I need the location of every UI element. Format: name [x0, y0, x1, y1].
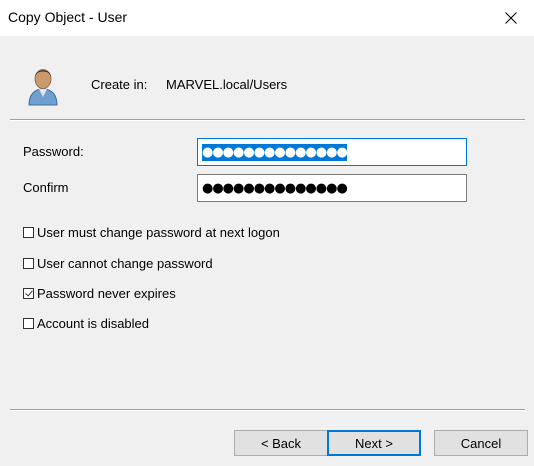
close-button[interactable]	[488, 0, 534, 36]
back-button[interactable]: < Back	[234, 430, 328, 456]
checkbox-label: Account is disabled	[37, 316, 150, 331]
footer-divider	[10, 409, 525, 411]
checkbox-cannot-change-password[interactable]: User cannot change password	[23, 256, 213, 271]
password-value: ●●●●●●●●●●●●●●	[202, 143, 348, 161]
checkbox[interactable]	[23, 288, 34, 299]
confirm-value: ●●●●●●●●●●●●●●	[202, 180, 348, 196]
checkbox-must-change-password[interactable]: User must change password at next logon	[23, 225, 280, 240]
user-icon	[26, 62, 60, 106]
next-button[interactable]: Next >	[327, 430, 421, 456]
copy-object-dialog: Copy Object - User Create in: MARVEL.loc…	[0, 0, 534, 466]
checkbox-account-disabled[interactable]: Account is disabled	[23, 316, 149, 331]
header-divider	[10, 119, 525, 121]
password-label: Password:	[23, 144, 84, 159]
create-in-label: Create in:	[91, 77, 148, 92]
checkbox-label: User must change password at next logon	[37, 225, 280, 240]
checkbox[interactable]	[23, 227, 34, 238]
checkbox[interactable]	[23, 258, 34, 269]
checkbox-label: User cannot change password	[37, 256, 213, 271]
checkbox[interactable]	[23, 318, 34, 329]
create-in-path: MARVEL.local/Users	[166, 77, 288, 92]
password-field[interactable]: ●●●●●●●●●●●●●●	[197, 138, 467, 166]
checkbox-password-never-expires[interactable]: Password never expires	[23, 286, 176, 301]
confirm-label: Confirm	[23, 180, 69, 195]
window-title: Copy Object - User	[8, 9, 128, 25]
close-icon	[505, 12, 517, 24]
confirm-password-field[interactable]: ●●●●●●●●●●●●●●	[197, 174, 467, 202]
title-bar: Copy Object - User	[0, 0, 534, 36]
checkbox-label: Password never expires	[37, 286, 176, 301]
cancel-button[interactable]: Cancel	[434, 430, 528, 456]
